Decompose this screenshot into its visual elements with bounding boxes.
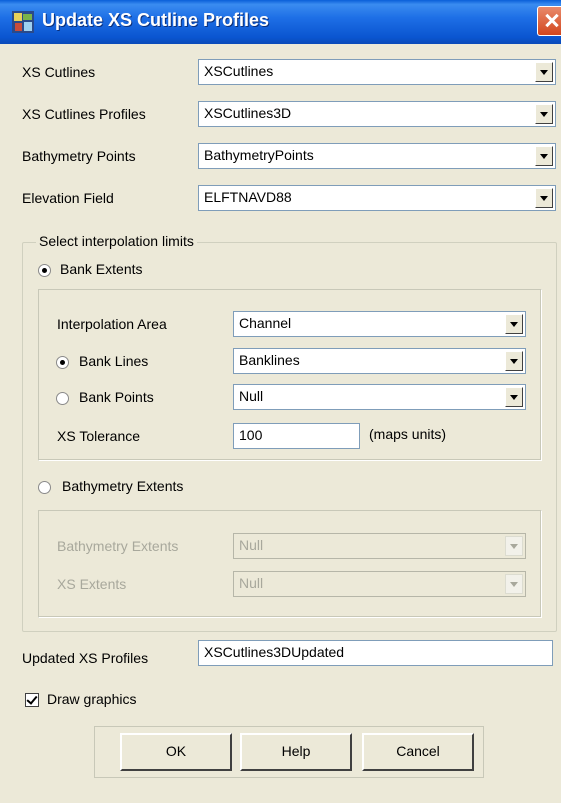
xs-extents-value: Null (239, 575, 264, 591)
xs-extents-select[interactable]: Null (233, 571, 526, 597)
bathymetry-points-value: BathymetryPoints (204, 147, 314, 163)
xs-tolerance-label: XS Tolerance (57, 428, 141, 444)
bank-extents-radio[interactable] (38, 264, 51, 277)
bathymetry-extents-panel (38, 510, 542, 618)
bathymetry-extents-radio[interactable] (38, 481, 51, 494)
chevron-down-icon[interactable] (505, 314, 523, 334)
bathymetry-extents-value: Null (239, 537, 264, 553)
interpolation-area-value: Channel (239, 315, 292, 331)
draw-graphics-checkbox[interactable] (25, 693, 39, 707)
help-button[interactable]: Help (240, 733, 352, 771)
updated-profiles-label: Updated XS Profiles (22, 650, 149, 666)
chevron-down-icon[interactable] (535, 188, 553, 208)
bank-lines-radio[interactable] (56, 356, 69, 369)
xs-cutlines-value: XSCutlines (204, 63, 274, 79)
chevron-down-icon[interactable] (505, 387, 523, 407)
bathymetry-extents-select[interactable]: Null (233, 533, 526, 559)
xs-extents-label: XS Extents (57, 576, 127, 592)
xs-cutlines-profiles-value: XSCutlines3D (204, 105, 292, 121)
app-icon (12, 11, 34, 33)
updated-profiles-input[interactable]: XSCutlines3DUpdated (198, 640, 553, 666)
bank-lines-select[interactable]: Banklines (233, 348, 526, 374)
close-icon[interactable] (537, 6, 561, 36)
xs-tolerance-units: (maps units) (369, 426, 447, 442)
draw-graphics-label[interactable]: Draw graphics (47, 691, 136, 707)
bathymetry-extents-field-label: Bathymetry Extents (57, 538, 179, 554)
chevron-down-icon[interactable] (505, 351, 523, 371)
bathymetry-points-label: Bathymetry Points (22, 148, 136, 164)
window-title: Update XS Cutline Profiles (42, 10, 270, 30)
chevron-down-icon[interactable] (505, 574, 523, 594)
updated-profiles-value: XSCutlines3DUpdated (204, 644, 345, 660)
title-bar[interactable]: Update XS Cutline Profiles (0, 0, 561, 44)
xs-cutlines-select[interactable]: XSCutlines (198, 59, 556, 85)
dialog-window: Update XS Cutline Profiles XS Cutlines X… (0, 0, 561, 803)
elevation-field-label: Elevation Field (22, 190, 114, 206)
bank-points-label[interactable]: Bank Points (79, 389, 154, 405)
bathymetry-extents-radio-label[interactable]: Bathymetry Extents (62, 478, 183, 494)
bank-points-select[interactable]: Null (233, 384, 526, 410)
bank-points-value: Null (239, 388, 264, 404)
chevron-down-icon[interactable] (535, 146, 553, 166)
elevation-field-value: ELFTNAVD88 (204, 189, 292, 205)
chevron-down-icon[interactable] (535, 62, 553, 82)
chevron-down-icon[interactable] (505, 536, 523, 556)
chevron-down-icon[interactable] (535, 104, 553, 124)
bank-lines-value: Banklines (239, 352, 300, 368)
xs-tolerance-value: 100 (239, 427, 263, 443)
xs-cutlines-profiles-label: XS Cutlines Profiles (22, 106, 146, 122)
xs-tolerance-input[interactable]: 100 (233, 423, 360, 449)
ok-button[interactable]: OK (120, 733, 232, 771)
interpolation-limits-legend: Select interpolation limits (36, 233, 197, 249)
bank-lines-label[interactable]: Bank Lines (79, 353, 148, 369)
bathymetry-points-select[interactable]: BathymetryPoints (198, 143, 556, 169)
interpolation-area-label: Interpolation Area (57, 316, 167, 332)
cancel-button[interactable]: Cancel (362, 733, 474, 771)
interpolation-area-select[interactable]: Channel (233, 311, 526, 337)
xs-cutlines-profiles-select[interactable]: XSCutlines3D (198, 101, 556, 127)
bank-extents-label[interactable]: Bank Extents (60, 261, 143, 277)
xs-cutlines-label: XS Cutlines (22, 64, 96, 80)
elevation-field-select[interactable]: ELFTNAVD88 (198, 185, 556, 211)
bank-points-radio[interactable] (56, 392, 69, 405)
